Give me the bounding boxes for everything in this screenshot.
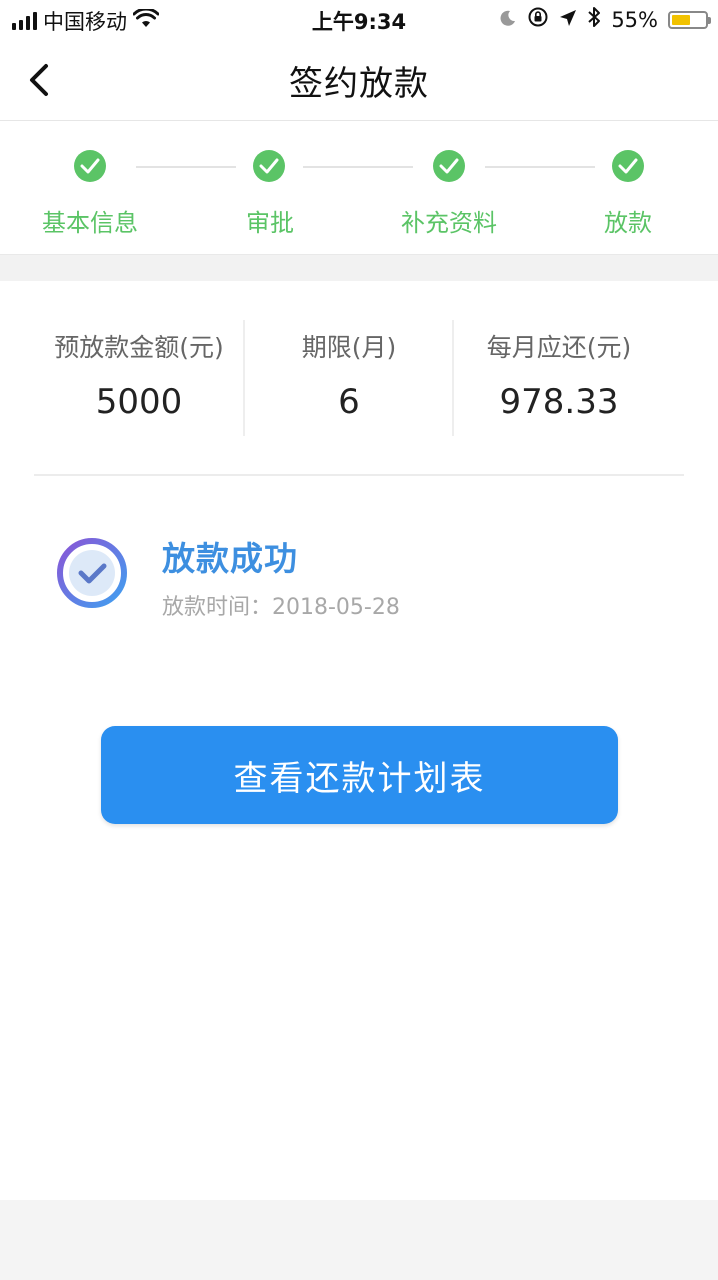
rotation-lock-icon xyxy=(527,6,549,33)
step-connector xyxy=(485,166,595,168)
status-right: 55% xyxy=(499,6,711,33)
progress-steps: 基本信息 审批 补充资料 放款 xyxy=(0,121,718,254)
summary-header: 期限(月) xyxy=(301,333,397,362)
summary-amount: 预放款金额(元) 5000 xyxy=(34,320,244,436)
summary-value: 978.33 xyxy=(499,382,619,422)
check-circle-icon xyxy=(612,150,644,182)
step-label: 放款 xyxy=(604,209,652,237)
battery-level-fill xyxy=(672,14,690,25)
nav-bar: 签约放款 xyxy=(0,40,718,121)
step-label: 审批 xyxy=(246,209,294,237)
bottom-bar xyxy=(0,1200,718,1280)
check-circle-icon xyxy=(74,150,106,182)
summary-value: 5000 xyxy=(95,382,183,422)
summary-monthly: 每月应还(元) 978.33 xyxy=(454,320,664,436)
summary-header: 每月应还(元) xyxy=(486,333,632,362)
summary-header: 预放款金额(元) xyxy=(54,333,224,362)
step-label: 补充资料 xyxy=(401,209,497,237)
loan-summary: 预放款金额(元) 5000 期限(月) 6 每月应还(元) 978.33 xyxy=(34,320,684,476)
check-circle-icon xyxy=(433,150,465,182)
check-circle-icon xyxy=(253,150,285,182)
moon-icon xyxy=(499,8,517,32)
location-arrow-icon xyxy=(559,8,577,32)
result-title: 放款成功 xyxy=(162,539,298,578)
page-title: 签约放款 xyxy=(289,64,429,104)
summary-term: 期限(月) 6 xyxy=(245,320,453,436)
summary-value: 6 xyxy=(338,382,360,422)
result-time: 放款时间：2018-05-28 xyxy=(162,595,400,620)
view-repayment-plan-button[interactable]: 查看还款计划表 xyxy=(101,726,618,824)
battery-percent: 55% xyxy=(611,7,658,32)
step-connector xyxy=(136,166,236,168)
step-connector xyxy=(303,166,413,168)
bluetooth-icon xyxy=(587,6,601,33)
check-circle-icon xyxy=(56,537,128,609)
section-divider xyxy=(0,254,718,281)
battery-icon xyxy=(668,10,711,29)
step-label: 基本信息 xyxy=(42,209,138,237)
status-bar: 中国移动 上午9:34 55% xyxy=(0,0,718,40)
